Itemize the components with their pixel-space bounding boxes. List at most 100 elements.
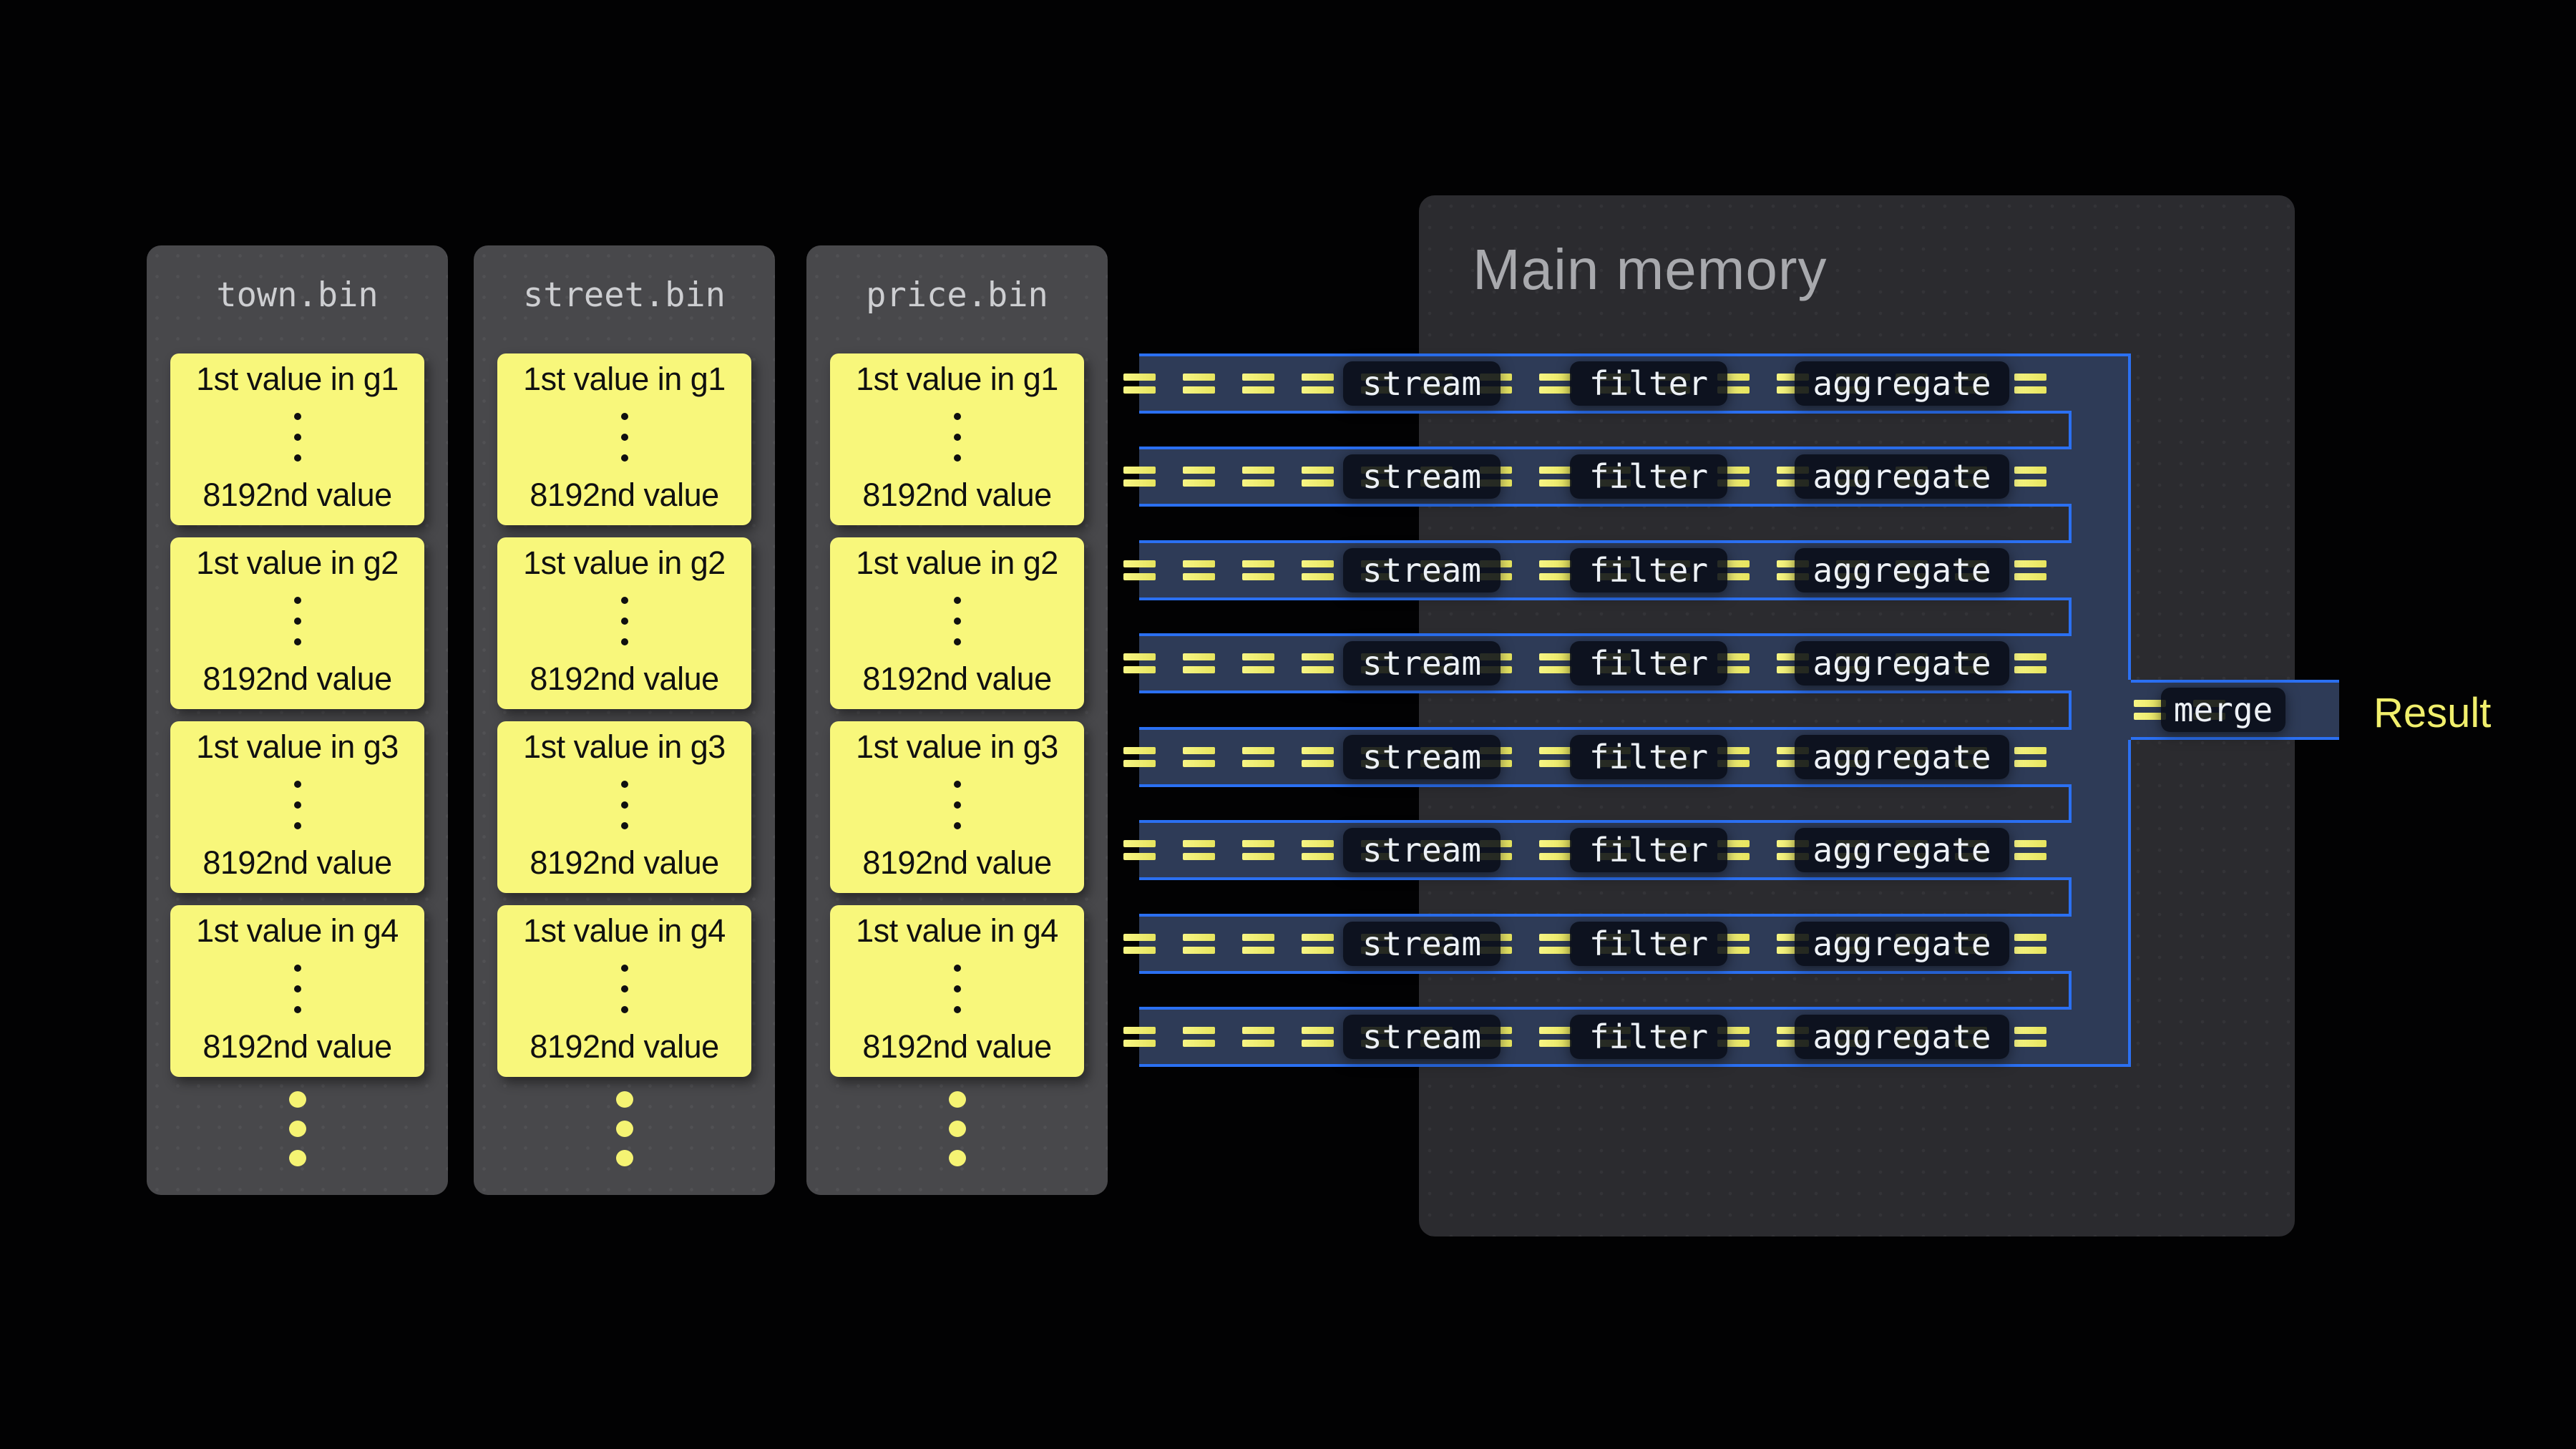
- data-flow-dashes: [2014, 840, 2046, 860]
- file-name-label: street.bin: [474, 275, 775, 315]
- data-flow-dashes: [1539, 560, 1571, 580]
- pipeline-thread-row: streamfilteraggregate: [1139, 727, 2069, 787]
- data-flow-dashes: [1302, 934, 1334, 954]
- aggregate-operator-label: aggregate: [1795, 922, 2009, 966]
- vector-group-card: 1st value in g28192nd value: [170, 537, 424, 709]
- dash-bar: [1302, 760, 1334, 767]
- ellipsis-dot: [621, 434, 628, 441]
- dash-bar: [1539, 573, 1571, 580]
- data-flow-dashes: [1183, 747, 1215, 767]
- data-flow-dashes: [2014, 747, 2046, 767]
- pipeline-thread-row: streamfilteraggregate: [1139, 633, 2069, 693]
- dash-bar: [1123, 760, 1156, 767]
- data-flow-dashes: [1123, 747, 1156, 767]
- data-flow-dashes: [2014, 1027, 2046, 1047]
- dash-bar: [1183, 840, 1215, 847]
- more-groups-ellipsis: [474, 1091, 775, 1166]
- ellipsis-dot: [621, 454, 628, 462]
- dash-bar: [1302, 853, 1334, 860]
- ellipsis-dot: [954, 454, 961, 462]
- ellipsis-dot: [954, 638, 961, 645]
- dash-bar: [1242, 747, 1274, 754]
- dash-bar: [1123, 934, 1156, 941]
- group-first-value-label: 1st value in g3: [523, 728, 726, 766]
- group-last-value-label: 8192nd value: [203, 1028, 391, 1065]
- ellipsis-dot: [954, 965, 961, 972]
- data-flow-dashes: [2014, 653, 2046, 673]
- channel-gap-border: [2069, 971, 2072, 1010]
- group-first-value-label: 1st value in g3: [196, 728, 399, 766]
- data-flow-dashes: [1123, 467, 1156, 487]
- ellipsis-dot: [949, 1150, 966, 1166]
- vertical-ellipsis: [621, 597, 628, 645]
- vertical-ellipsis: [294, 965, 301, 1013]
- filter-operator-label: filter: [1570, 1015, 1727, 1059]
- dash-bar: [1123, 666, 1156, 673]
- data-flow-dashes: [1183, 1027, 1215, 1047]
- dash-bar: [1242, 653, 1274, 660]
- group-first-value-label: 1st value in g2: [523, 545, 726, 582]
- group-first-value-label: 1st value in g4: [523, 912, 726, 950]
- dash-bar: [1183, 560, 1215, 567]
- ellipsis-dot: [954, 801, 961, 809]
- ellipsis-dot: [954, 822, 961, 829]
- file-column: town.bin1st value in g18192nd value1st v…: [147, 245, 448, 1195]
- dash-bar: [1302, 467, 1334, 474]
- vertical-ellipsis: [954, 597, 961, 645]
- group-last-value-label: 8192nd value: [862, 477, 1051, 514]
- pipeline-thread-row: streamfilteraggregate: [1139, 353, 2069, 414]
- aggregate-operator-label: aggregate: [1795, 735, 2009, 779]
- dash-bar: [1183, 760, 1215, 767]
- dash-bar: [1539, 747, 1571, 754]
- stream-operator-label: stream: [1343, 454, 1501, 499]
- vector-group-card: 1st value in g18192nd value: [497, 353, 751, 525]
- dash-bar: [1242, 947, 1274, 954]
- data-flow-dashes: [1242, 747, 1274, 767]
- group-first-value-label: 1st value in g4: [196, 912, 399, 950]
- more-groups-ellipsis: [147, 1091, 448, 1166]
- dash-bar: [1183, 374, 1215, 381]
- dash-bar: [1539, 666, 1571, 673]
- vector-group-card: 1st value in g38192nd value: [170, 721, 424, 893]
- vertical-ellipsis: [954, 965, 961, 1013]
- aggregate-operator-label: aggregate: [1795, 1015, 2009, 1059]
- group-last-value-label: 8192nd value: [530, 477, 718, 514]
- group-first-value-label: 1st value in g2: [196, 545, 399, 582]
- vector-group-card: 1st value in g48192nd value: [830, 905, 1084, 1077]
- data-flow-dashes: [1183, 467, 1215, 487]
- dash-bar: [1183, 467, 1215, 474]
- file-name-label: price.bin: [806, 275, 1108, 315]
- group-first-value-label: 1st value in g4: [856, 912, 1058, 950]
- dash-bar: [2014, 934, 2046, 941]
- vector-group-card: 1st value in g4 8192nd value: [170, 905, 424, 1077]
- data-flow-dashes: [1242, 934, 1274, 954]
- dash-bar: [2014, 747, 2046, 754]
- ellipsis-dot: [954, 781, 961, 788]
- data-flow-dashes: [1183, 653, 1215, 673]
- stream-operator-label: stream: [1343, 361, 1501, 406]
- data-flow-dashes: [1539, 747, 1571, 767]
- dash-bar: [1539, 479, 1571, 487]
- aggregate-operator-label: aggregate: [1795, 548, 2009, 592]
- group-last-value-label: 8192nd value: [530, 844, 718, 882]
- ellipsis-dot: [621, 597, 628, 604]
- dash-bar: [1302, 840, 1334, 847]
- dash-bar: [1242, 666, 1274, 673]
- dash-bar: [1302, 560, 1334, 567]
- filter-operator-label: filter: [1570, 361, 1727, 406]
- filter-operator-label: filter: [1570, 548, 1727, 592]
- dash-bar: [1242, 386, 1274, 394]
- ellipsis-dot: [289, 1121, 306, 1137]
- data-flow-dashes: [2014, 560, 2046, 580]
- data-flow-dashes: [1539, 934, 1571, 954]
- dash-bar: [1242, 934, 1274, 941]
- dash-bar: [1242, 374, 1274, 381]
- channel-right-border: [2128, 740, 2131, 1067]
- dash-bar: [1123, 947, 1156, 954]
- dash-bar: [2014, 573, 2046, 580]
- pipeline-thread-row: streamfilteraggregate: [1139, 914, 2069, 974]
- ellipsis-dot: [621, 781, 628, 788]
- stream-operator-label: stream: [1343, 828, 1501, 872]
- vector-group-card: 1st value in g28192nd value: [497, 537, 751, 709]
- vector-group-card: 1st value in g38192nd value: [830, 721, 1084, 893]
